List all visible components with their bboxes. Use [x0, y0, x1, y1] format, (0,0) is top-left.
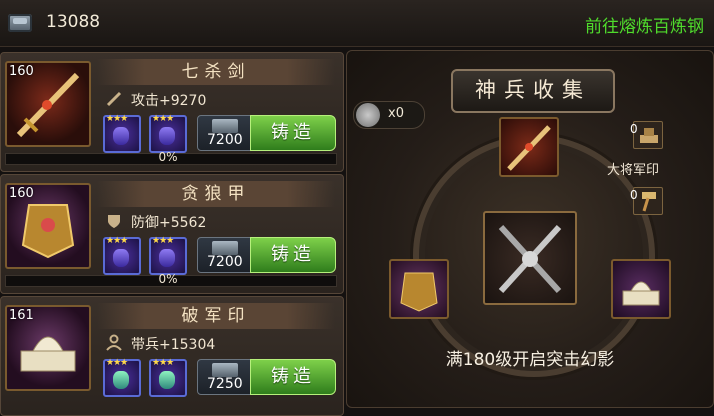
stars-icon: ★★★ [106, 114, 128, 124]
gem-icon [113, 249, 129, 267]
soldier-icon [106, 334, 122, 351]
gem-slot[interactable]: ★★★ [103, 236, 141, 275]
stars-icon: ★★★ [152, 114, 174, 124]
steel-ingot-icon [8, 14, 32, 32]
forge-button[interactable]: 铸造 [250, 237, 336, 273]
steel-ingot-icon [212, 363, 238, 377]
item-level: 160 [9, 64, 34, 79]
seal-count: 0 [630, 122, 638, 136]
stars-icon: ★★★ [152, 358, 174, 368]
item-level: 160 [9, 186, 34, 201]
gem-icon [113, 127, 129, 145]
collection-slot-sword[interactable] [499, 117, 559, 177]
steel-ingot-icon [212, 241, 238, 255]
gem-slot[interactable]: ★★★ [149, 236, 187, 275]
collection-slot-armor[interactable] [389, 259, 449, 319]
crossed-swords-icon [498, 224, 562, 294]
progress-text: 0% [158, 150, 178, 164]
gem-icon [159, 127, 175, 145]
gem-icon [159, 371, 175, 389]
stars-icon: ★★★ [106, 236, 128, 246]
seal-icon [640, 128, 658, 143]
steel-count: 13088 [46, 12, 101, 32]
forge-cost: 7250 [197, 359, 253, 395]
gem-slot[interactable]: ★★★ [149, 114, 187, 153]
forge-item-sword: 160 七杀剑 攻击+9270 ★★★ ★★★ 7200 铸造 0% [0, 52, 344, 172]
collection-title: 神兵收集 [451, 69, 615, 113]
gem-slot[interactable]: ★★★ [103, 358, 141, 397]
forge-cost: 7200 [197, 115, 253, 151]
cost-value: 7200 [207, 254, 243, 270]
gem-slot[interactable]: ★★★ [103, 114, 141, 153]
seal-icon [622, 281, 660, 306]
steel-ingot-icon [212, 119, 238, 133]
cost-value: 7200 [207, 132, 243, 148]
hammer-counter: x0 [353, 101, 425, 129]
armor-icon [400, 272, 438, 312]
progress-text: 0% [158, 272, 178, 286]
armor-thumbnail[interactable]: 160 [5, 183, 91, 269]
hammer-mini-count: 0 [630, 188, 638, 202]
sword-icon [106, 91, 122, 107]
hammer-count: x0 [388, 106, 404, 121]
item-level: 161 [9, 308, 34, 323]
goto-smelt-link[interactable]: 前往熔炼百炼钢 [585, 12, 704, 37]
forge-item-armor: 160 贪狼甲 防御+5562 ★★★ ★★★ 7200 铸造 0% [0, 174, 344, 294]
stars-icon: ★★★ [106, 358, 128, 368]
top-bar: 13088 前往熔炼百炼钢 [0, 0, 714, 47]
shield-icon [108, 215, 120, 228]
forge-button[interactable]: 铸造 [250, 115, 336, 151]
item-stat: 攻击+9270 [131, 93, 207, 109]
forge-cost: 7200 [197, 237, 253, 273]
general-seal-mini[interactable]: 0 [630, 121, 663, 149]
collection-slot-main[interactable] [483, 211, 577, 305]
forge-button[interactable]: 铸造 [250, 359, 336, 395]
gem-icon [159, 249, 175, 267]
stars-icon: ★★★ [152, 236, 174, 246]
item-name: 破军印 [97, 303, 335, 329]
item-stat: 防御+5562 [131, 215, 207, 231]
item-name: 七杀剑 [97, 59, 335, 85]
gem-slot[interactable]: ★★★ [149, 358, 187, 397]
weapon-collection-panel: 神兵收集 x0 0 大将军印 0 满180级开启突击幻影 [346, 50, 714, 408]
collection-slot-seal[interactable] [611, 259, 671, 319]
item-name: 贪狼甲 [97, 181, 335, 207]
item-stat: 带兵+15304 [131, 337, 216, 353]
forge-list: 160 七杀剑 攻击+9270 ★★★ ★★★ 7200 铸造 0% 160 贪… [0, 50, 344, 416]
forge-item-seal: 161 破军印 带兵+15304 ★★★ ★★★ 7250 铸造 [0, 296, 344, 416]
sword-thumbnail[interactable]: 160 [5, 61, 91, 147]
gem-icon [113, 371, 129, 389]
general-seal-label: 大将军印 [607, 163, 660, 178]
cost-value: 7250 [207, 376, 243, 392]
hammer-icon [356, 103, 380, 127]
unlock-requirement: 满180级开启突击幻影 [445, 350, 615, 370]
sword-icon [507, 125, 551, 171]
hammer-mini[interactable]: 0 [630, 187, 663, 215]
hammer-icon [642, 192, 656, 212]
seal-thumbnail[interactable]: 161 [5, 305, 91, 391]
